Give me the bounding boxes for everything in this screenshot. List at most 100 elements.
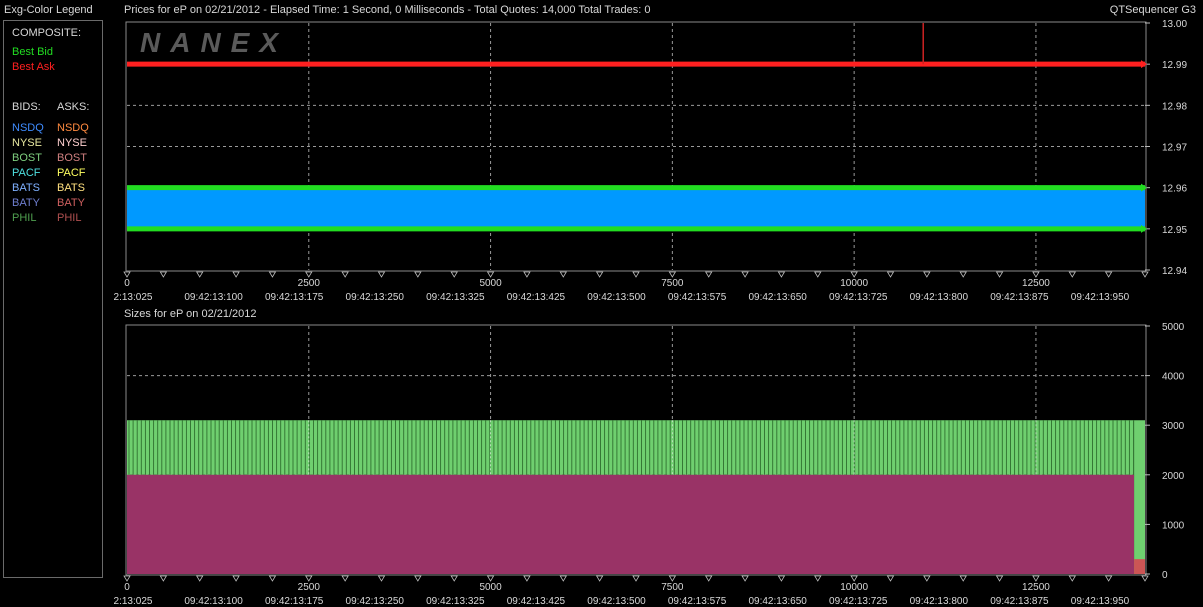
x-axis-marker <box>668 575 677 582</box>
x-axis-marker <box>777 575 786 582</box>
x-time-label: 2:13:025 <box>114 596 153 607</box>
y-tick-label: 3000 <box>1162 421 1185 432</box>
x-axis-marker <box>886 575 895 582</box>
y-tick-label: 0 <box>1162 570 1168 581</box>
x-axis-marker <box>268 271 277 278</box>
x-axis-marker <box>450 575 458 582</box>
price-chart: 13.00 12.99 12.98 12.97 12.96 12.95 12.94 0 2500… <box>114 19 1188 303</box>
x-tick-label: 12500 <box>1022 278 1050 289</box>
x-axis-marker <box>850 271 858 278</box>
x-tick-label: 12500 <box>1022 582 1050 593</box>
x-axis-marker <box>1032 575 1040 582</box>
x-axis-marker <box>341 271 349 278</box>
x-axis-marker <box>414 575 422 582</box>
x-tick-label: 7500 <box>661 582 684 593</box>
x-axis-marker <box>741 575 749 582</box>
x-axis-marker <box>196 271 204 278</box>
x-axis-marker <box>1068 575 1076 582</box>
x-axis-marker <box>705 575 713 582</box>
x-axis-marker <box>595 271 604 278</box>
x-tick-label: 5000 <box>479 582 502 593</box>
x-axis-marker <box>632 575 640 582</box>
y-tick-label: 5000 <box>1162 322 1185 333</box>
x-axis-marker <box>523 575 531 582</box>
x-axis-marker <box>341 575 349 582</box>
x-axis-marker <box>959 575 967 582</box>
x-axis-marker <box>123 575 131 582</box>
x-tick-label: 10000 <box>840 582 868 593</box>
x-time-label: 09:42:13:875 <box>990 596 1049 607</box>
x-time-label: 09:42:13:650 <box>748 596 807 607</box>
x-tick-label: 2500 <box>298 278 321 289</box>
x-axis-marker <box>305 271 313 278</box>
x-axis-marker <box>377 271 386 278</box>
x-time-label: 09:42:13:725 <box>829 596 888 607</box>
x-axis-marker <box>923 575 931 582</box>
x-time-label: 09:42:13:175 <box>265 596 324 607</box>
x-axis-marker <box>486 271 495 278</box>
x-axis-marker <box>414 271 422 278</box>
y-tick-label: 1000 <box>1162 520 1185 531</box>
x-axis-marker <box>486 575 495 582</box>
y-tick-label: 12.96 <box>1162 184 1187 195</box>
x-tick-label: 7500 <box>661 278 684 289</box>
y-tick-label: 4000 <box>1162 372 1185 383</box>
x-axis-marker <box>559 271 567 278</box>
x-axis-marker <box>632 271 640 278</box>
x-axis-marker <box>705 271 713 278</box>
x-tick-label: 2500 <box>298 582 321 593</box>
x-axis-marker <box>159 575 168 582</box>
x-axis-marker <box>995 575 1004 582</box>
x-time-label: 09:42:13:500 <box>587 596 646 607</box>
x-time-label: 09:42:13:100 <box>184 596 243 607</box>
x-axis-marker <box>1104 575 1113 582</box>
y-tick-label: 12.95 <box>1162 225 1187 236</box>
size-chart: 5000400030002000100000 2500 5000 7500 10000 1… <box>114 322 1185 607</box>
x-axis-marker <box>159 271 168 278</box>
x-time-label: 09:42:13:950 <box>1071 596 1130 607</box>
x-axis-marker <box>377 575 386 582</box>
y-tick-label: 12.97 <box>1162 143 1187 154</box>
x-axis-marker <box>1068 271 1076 278</box>
x-axis-marker <box>995 271 1004 278</box>
x-axis-marker <box>196 575 204 582</box>
x-time-label: 09:42:13:250 <box>346 596 405 607</box>
y-tick-label: 12.99 <box>1162 60 1187 71</box>
tail-ask-size-bar <box>1134 559 1145 574</box>
x-axis-marker <box>232 575 240 582</box>
x-time-label: 09:42:13:800 <box>910 596 969 607</box>
x-axis-marker <box>1032 271 1040 278</box>
x-time-label: 09:42:13:325 <box>426 596 485 607</box>
x-time-label: 09:42:13:425 <box>507 596 566 607</box>
bid-size-bars <box>127 420 1135 475</box>
x-axis-marker <box>268 575 277 582</box>
nanex-watermark: NANEX <box>140 27 288 58</box>
x-axis-marker <box>668 271 677 278</box>
x-axis-marker <box>232 271 240 278</box>
x-axis-marker <box>923 271 931 278</box>
x-tick-label: 10000 <box>840 278 868 289</box>
ask-size-bars <box>127 474 1135 574</box>
tail-bid-size-bar <box>1134 420 1145 574</box>
x-axis-marker <box>1141 271 1149 278</box>
y-tick-label: 12.98 <box>1162 101 1187 112</box>
x-tick-label: 5000 <box>479 278 502 289</box>
x-tick-label: 0 <box>124 582 130 593</box>
y-tick-label: 12.94 <box>1162 266 1187 277</box>
x-axis-marker <box>886 271 895 278</box>
x-axis-marker <box>1141 575 1149 582</box>
x-tick-label: 0 <box>124 278 130 289</box>
x-axis-marker <box>595 575 604 582</box>
x-axis-marker <box>741 271 749 278</box>
bid-ask-band <box>127 187 1145 229</box>
x-axis-marker <box>523 271 531 278</box>
x-axis-marker <box>1104 271 1113 278</box>
x-axis-marker <box>559 575 567 582</box>
x-axis-marker <box>959 271 967 278</box>
x-axis-marker <box>814 575 822 582</box>
x-axis-marker <box>814 271 822 278</box>
x-axis-marker <box>450 271 458 278</box>
x-axis-marker <box>850 575 858 582</box>
y-tick-label: 13.00 <box>1162 19 1187 30</box>
x-axis-marker <box>777 271 786 278</box>
